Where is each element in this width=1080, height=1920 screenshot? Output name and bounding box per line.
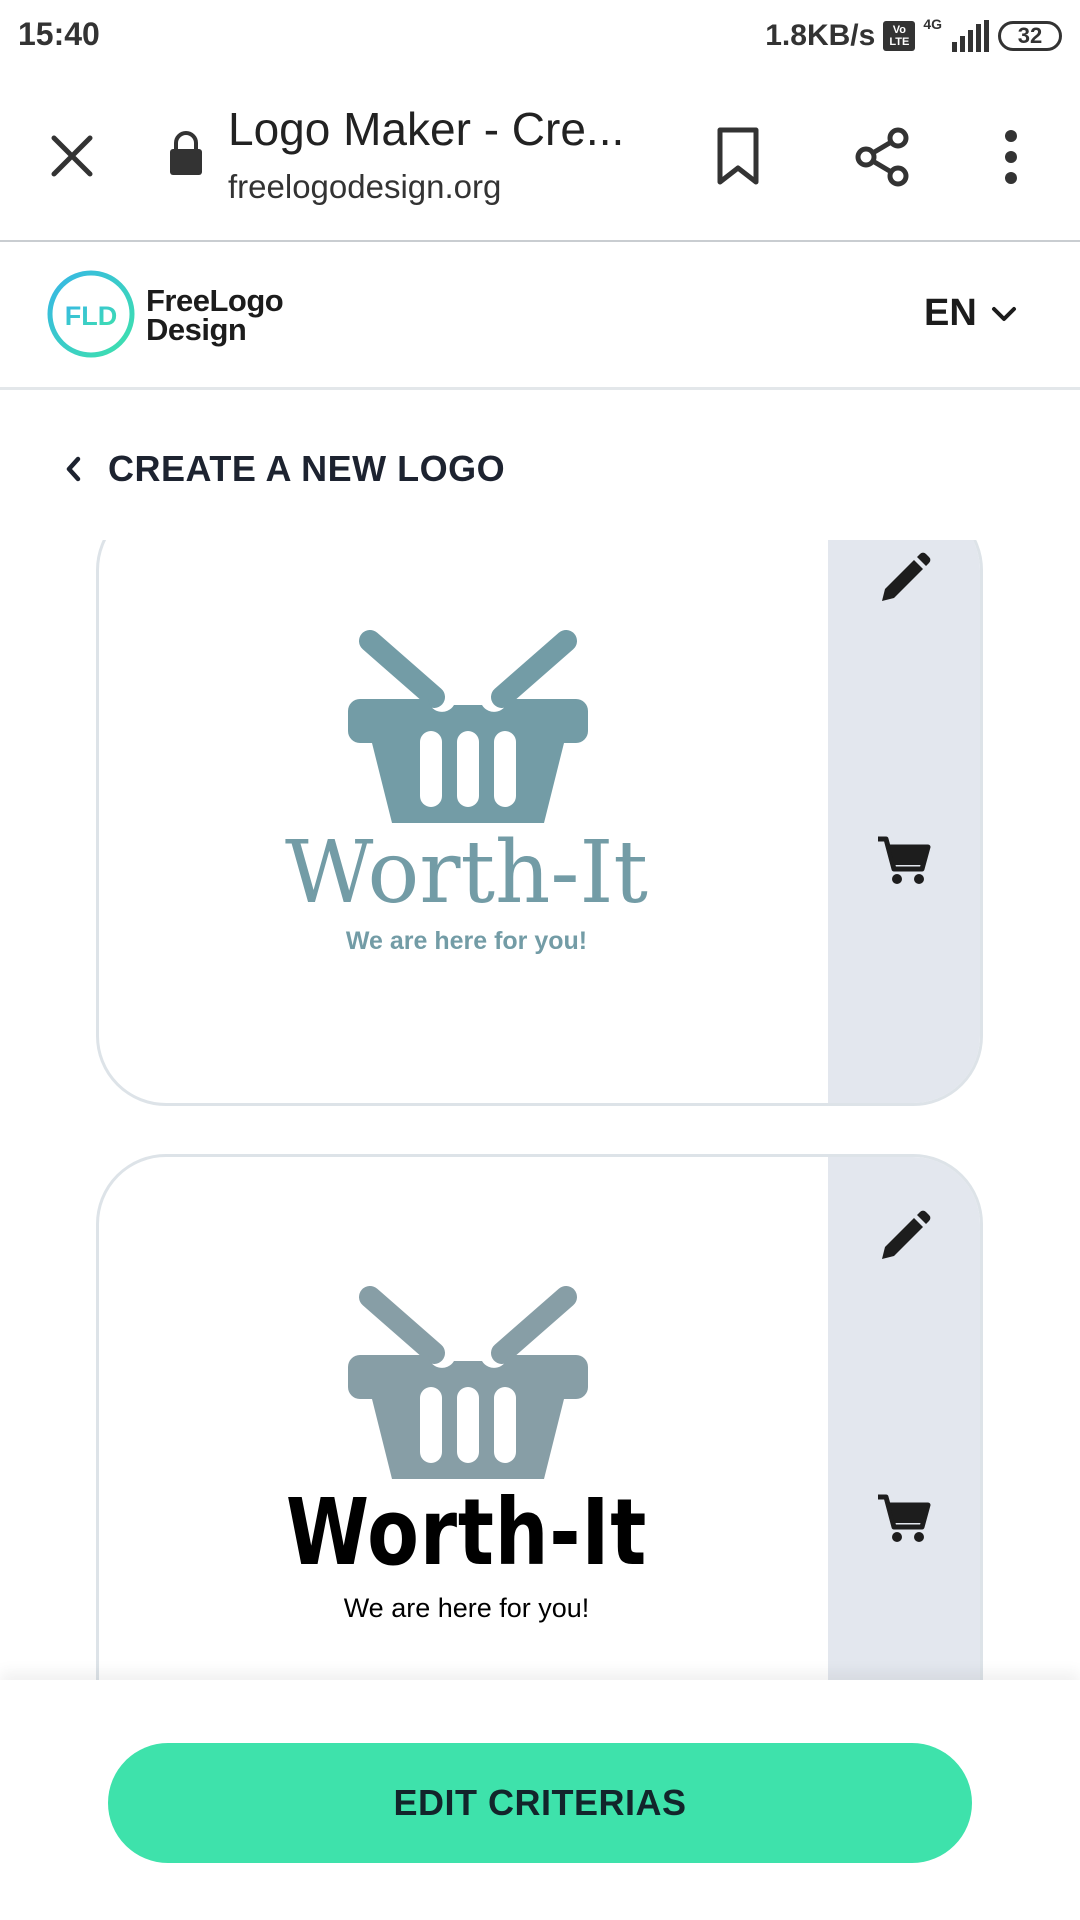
battery-icon: 32 (998, 21, 1062, 51)
fld-logo-icon: FLD (47, 270, 135, 358)
page-title: Logo Maker - Cre... (228, 103, 625, 155)
basket-shape (348, 630, 588, 823)
browser-toolbar: Logo Maker - Cre... freelogodesign.org (0, 72, 1080, 242)
logo-preview[interactable]: Worth-It We are here for you! (99, 540, 834, 1103)
signal-icon (952, 20, 989, 52)
bottom-action-bar: EDIT CRITERIAS (0, 1680, 1080, 1920)
site-name-line1: FreeLogo (146, 283, 284, 318)
edit-criterias-label: EDIT CRITERIAS (393, 1782, 687, 1823)
language-label: EN (924, 292, 977, 334)
site-header: FLD FreeLogo Design EN (0, 244, 1080, 390)
basket-icon (348, 630, 588, 823)
back-create-new-logo[interactable]: CREATE A NEW LOGO (64, 448, 505, 490)
edit-criterias-button[interactable]: EDIT CRITERIAS (108, 1743, 972, 1863)
site-name-line2: Design (146, 312, 247, 347)
network-speed: 1.8KB/s (765, 19, 876, 52)
page-url[interactable]: freelogodesign.org (228, 168, 501, 206)
logo-brand-name: Worth-It (285, 1479, 648, 1586)
back-link-label: CREATE A NEW LOGO (108, 448, 506, 489)
logo-card[interactable]: Worth-It We are here for you! (96, 540, 983, 1106)
logo-tagline: We are here for you! (345, 927, 588, 955)
close-icon[interactable] (48, 132, 96, 180)
edit-pencil-icon[interactable] (876, 1209, 932, 1265)
logo-tagline: We are here for you! (343, 1593, 590, 1623)
basket-shape (348, 1286, 588, 1479)
status-bar: 15:40 1.8KB/s Vo LTE 4G 32 (0, 0, 1080, 72)
logo-results-list[interactable]: Worth-It We are here for you! Worth-It W… (0, 540, 1080, 1680)
share-icon[interactable] (852, 126, 912, 188)
logo-preview[interactable]: Worth-It We are here for you! (99, 1157, 834, 1680)
lock-icon (170, 131, 202, 175)
bookmark-icon[interactable] (716, 126, 760, 186)
network-type-label: 4G (923, 16, 942, 32)
volte-icon: Vo LTE (883, 21, 916, 51)
language-selector[interactable]: EN (924, 292, 1017, 335)
cart-icon[interactable] (876, 1491, 932, 1547)
edit-pencil-icon[interactable] (876, 551, 932, 607)
status-time: 15:40 (18, 16, 100, 52)
cart-icon[interactable] (876, 833, 932, 889)
card-action-panel (828, 540, 980, 1103)
basket-icon (348, 1286, 588, 1479)
status-indicators: 1.8KB/s Vo LTE 4G 32 (765, 14, 1062, 58)
site-name: FreeLogo Design (146, 283, 284, 347)
battery-level: 32 (1017, 23, 1043, 48)
logo-brand-name: Worth-It (285, 823, 648, 923)
chevron-down-icon (991, 306, 1016, 321)
logo-card[interactable]: Worth-It We are here for you! (96, 1154, 983, 1680)
more-vert-icon[interactable] (998, 128, 1024, 186)
card-action-panel (828, 1157, 980, 1680)
logo-badge-text: FLD (65, 301, 117, 331)
chevron-left-icon (66, 456, 81, 482)
